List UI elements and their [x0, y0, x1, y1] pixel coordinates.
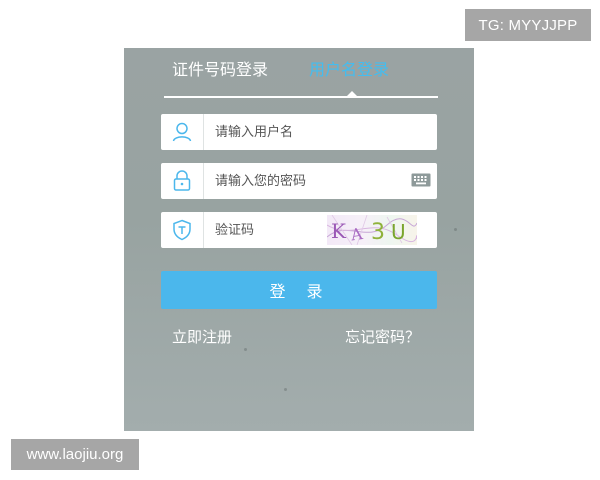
tab-username-login[interactable]: 用户名登录 [309, 58, 389, 82]
tab-underline [164, 96, 438, 98]
captcha-char: 3 [371, 220, 385, 245]
tab-id-number-login[interactable]: 证件号码登录 [172, 58, 268, 82]
captcha-input[interactable] [215, 212, 315, 248]
password-input[interactable] [215, 163, 395, 199]
username-input[interactable] [215, 114, 395, 150]
background-speck [454, 228, 457, 231]
watermark-top-right: TG: MYYJJPP [465, 9, 591, 41]
login-panel: 证件号码登录 用户名登录 请输入用户名 验证码 K A 3 U 登 录 立即注册… [124, 48, 474, 431]
shield-icon [161, 212, 204, 248]
register-link[interactable]: 立即注册 [172, 326, 232, 347]
login-button[interactable]: 登 录 [161, 271, 437, 309]
background-speck [244, 348, 247, 351]
active-tab-indicator [346, 91, 358, 97]
username-field [161, 114, 437, 150]
forgot-password-link[interactable]: 忘记密码？ [345, 326, 420, 347]
lock-icon [161, 163, 204, 199]
captcha-char: U [391, 220, 406, 244]
login-tabs: 证件号码登录 用户名登录 [164, 58, 438, 98]
captcha-image[interactable]: K A 3 U [326, 214, 418, 246]
captcha-field: K A 3 U [161, 212, 437, 248]
captcha-char: A [349, 224, 365, 245]
password-field [161, 163, 437, 199]
user-icon [161, 114, 204, 150]
keyboard-icon[interactable] [411, 173, 431, 187]
background-speck [284, 388, 287, 391]
captcha-char: K [331, 219, 347, 243]
watermark-bottom-left: www.laojiu.org [11, 439, 139, 470]
